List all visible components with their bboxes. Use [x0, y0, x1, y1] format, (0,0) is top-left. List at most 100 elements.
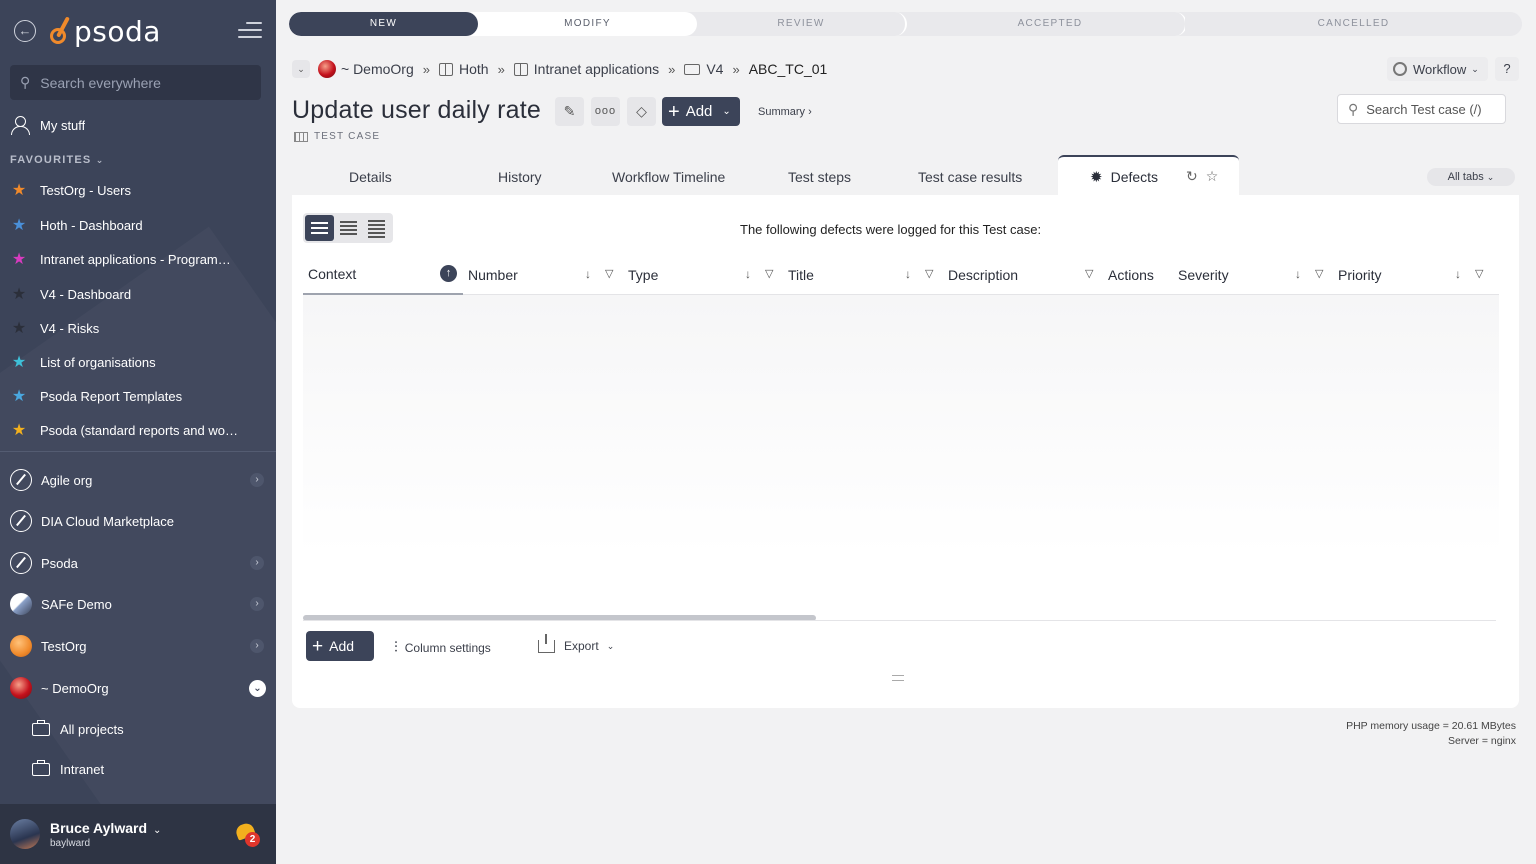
favourites-heading[interactable]: FAVOURITES ⌄ [10, 154, 105, 166]
tab-details[interactable]: Details [349, 169, 392, 185]
breadcrumb-org[interactable]: ~ DemoOrg [341, 61, 414, 77]
sidebar-org-demoorg[interactable]: ~ DemoOrg ⌄ [0, 671, 276, 705]
refresh-icon[interactable]: ↻ [1186, 168, 1198, 185]
summary-link[interactable]: Summary › [758, 106, 812, 118]
export-button[interactable]: Export ⌄ [538, 633, 615, 653]
back-arrow-icon[interactable]: ← [14, 20, 36, 42]
sidebar-org-testorg[interactable]: TestOrg › [0, 629, 276, 663]
chevron-down-icon[interactable]: ⌄ [249, 680, 266, 697]
breadcrumb-hoth[interactable]: Hoth [459, 61, 489, 77]
sidebar-item-intranet[interactable]: Intranet [0, 754, 276, 784]
all-tabs-button[interactable]: All tabs ⌄ [1427, 168, 1515, 186]
tab-test-steps[interactable]: Test steps [788, 169, 851, 185]
breadcrumb-toggle-icon[interactable]: ⌄ [292, 60, 310, 78]
avatar[interactable] [10, 819, 40, 849]
edit-button[interactable]: ✎ [555, 97, 584, 126]
column-severity[interactable]: Severity ↓ ▽ [1173, 255, 1333, 295]
tab-history[interactable]: History [498, 169, 542, 185]
server-name: Server = nginx [1448, 735, 1516, 747]
sort-icon[interactable]: ↓ [1455, 267, 1461, 281]
help-button[interactable]: ? [1495, 57, 1519, 81]
sidebar-favourite[interactable]: ★ V4 - Risks [0, 313, 276, 343]
view-comfortable-icon[interactable] [305, 215, 334, 241]
workflow-step-cancelled[interactable]: CANCELLED [1185, 12, 1522, 36]
psoda-logo[interactable]: psoda [50, 14, 161, 48]
filter-icon[interactable]: ▽ [1475, 267, 1483, 280]
tag-icon: ◇ [636, 103, 647, 119]
search-test-case-input[interactable] [1366, 101, 1497, 117]
chevron-right-icon[interactable]: › [250, 597, 264, 611]
filter-icon[interactable]: ▽ [765, 267, 773, 280]
chevron-down-icon: ⌄ [1471, 63, 1479, 74]
sidebar-favourite[interactable]: ★ Hoth - Dashboard [0, 210, 276, 240]
workflow-step-new: NEW [289, 12, 478, 36]
sidebar-org-agile-org[interactable]: Agile org › [0, 463, 276, 497]
sidebar-item-my-stuff[interactable]: My stuff [0, 110, 276, 140]
filter-icon[interactable]: ▽ [605, 267, 613, 280]
workflow-step-accepted[interactable]: ACCEPTED [905, 12, 1187, 36]
workflow-button[interactable]: Workflow ⌄ [1387, 57, 1488, 81]
global-search-input[interactable] [40, 74, 241, 91]
column-title[interactable]: Title ↓ ▽ [783, 255, 943, 295]
workflow-step-modify[interactable]: MODIFY [468, 12, 697, 36]
filter-icon[interactable]: ▽ [1315, 267, 1323, 280]
column-settings-button[interactable]: ⫶ Column settings [394, 639, 491, 656]
add-defect-button[interactable]: + Add [306, 631, 374, 661]
column-type[interactable]: Type ↓ ▽ [623, 255, 783, 295]
export-label: Export [564, 639, 599, 653]
breadcrumb-v4[interactable]: V4 [706, 61, 723, 77]
org-label: Agile org [41, 472, 93, 488]
column-context[interactable]: Context ↑ [303, 255, 463, 295]
pencil-icon: ✎ [563, 103, 576, 119]
star-icon: ★ [11, 388, 27, 405]
sidebar-org-dia-cloud[interactable]: DIA Cloud Marketplace [0, 504, 276, 538]
user-panel[interactable]: Bruce Aylward ⌄ baylward 2 [0, 804, 276, 864]
breadcrumb-intranet-applications[interactable]: Intranet applications [534, 61, 659, 77]
favourite-label: List of organisations [40, 354, 156, 370]
view-compact-icon[interactable] [334, 215, 363, 241]
sort-icon[interactable]: ↓ [1295, 267, 1301, 281]
chevron-down-icon[interactable]: ⌄ [153, 825, 161, 836]
chevron-down-icon: ⌄ [606, 640, 615, 651]
chevron-right-icon[interactable]: › [250, 639, 264, 653]
collapse-sidebar-icon[interactable] [238, 22, 262, 40]
notifications-button[interactable]: 2 [234, 821, 260, 847]
column-description[interactable]: Description ▽ [943, 255, 1103, 295]
project-icon [684, 63, 701, 75]
star-icon[interactable]: ☆ [1206, 168, 1219, 185]
sort-ascending-icon[interactable]: ↑ [440, 265, 457, 282]
test-case-icon [294, 131, 308, 142]
tag-button[interactable]: ◇ [627, 97, 656, 126]
chevron-right-icon[interactable]: › [250, 473, 264, 487]
workflow-step-review[interactable]: REVIEW [687, 12, 907, 36]
tab-defects[interactable]: ✹ Defects ↻ ☆ [1058, 155, 1239, 196]
sidebar-favourite[interactable]: ★ Intranet applications - Programme... [0, 244, 276, 274]
column-priority[interactable]: Priority ↓ ▽ [1333, 255, 1499, 295]
programme-icon [438, 62, 453, 76]
breadcrumb-separator: » [668, 61, 676, 77]
add-button[interactable]: + Add ⌄ [662, 97, 740, 126]
sidebar-favourite[interactable]: ★ TestOrg - Users [0, 175, 276, 205]
sort-icon[interactable]: ↓ [745, 267, 751, 281]
column-settings-label: Column settings [404, 640, 491, 655]
tab-test-case-results[interactable]: Test case results [918, 169, 1022, 185]
sidebar-item-all-projects[interactable]: All projects [0, 714, 276, 744]
filter-icon[interactable]: ▽ [925, 267, 933, 280]
sidebar-favourite[interactable]: ★ V4 - Dashboard [0, 279, 276, 309]
tab-workflow-timeline[interactable]: Workflow Timeline [612, 169, 725, 185]
sidebar-favourite[interactable]: ★ Psoda Report Templates [0, 381, 276, 411]
resize-handle[interactable] [892, 675, 904, 681]
view-dense-icon[interactable] [362, 215, 391, 241]
sidebar-org-safe-demo[interactable]: SAFe Demo › [0, 587, 276, 621]
sidebar-favourite[interactable]: ★ List of organisations [0, 347, 276, 377]
column-actions[interactable]: Actions [1103, 255, 1173, 295]
sidebar-favourite[interactable]: ★ Psoda (standard reports and work... [0, 415, 276, 445]
sort-icon[interactable]: ↓ [905, 267, 911, 281]
search-icon: ⚲ [20, 74, 31, 90]
filter-icon[interactable]: ▽ [1085, 267, 1093, 280]
chevron-right-icon[interactable]: › [250, 556, 264, 570]
column-number[interactable]: Number ↓ ▽ [463, 255, 623, 295]
sort-icon[interactable]: ↓ [585, 267, 591, 281]
more-options-button[interactable]: ooo [591, 97, 620, 126]
sidebar-org-psoda[interactable]: Psoda › [0, 546, 276, 580]
